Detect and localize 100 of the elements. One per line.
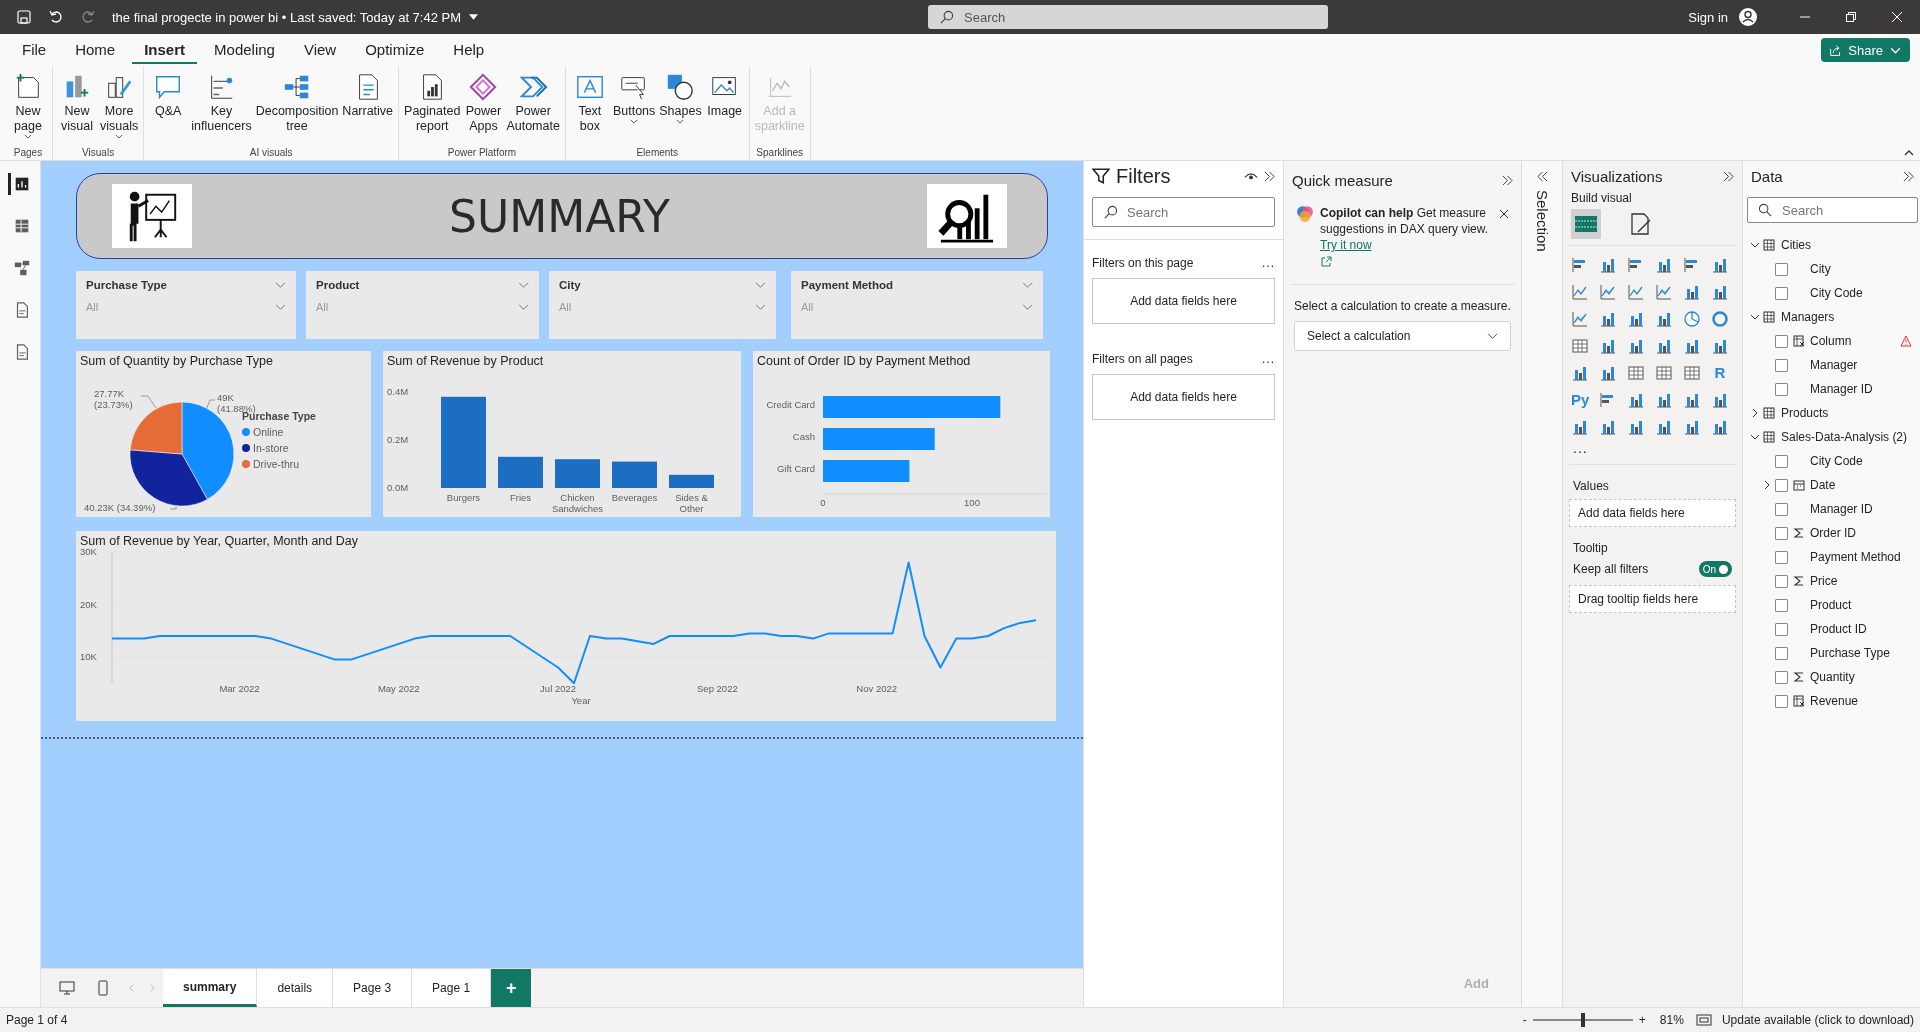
bar-chart-icon[interactable] xyxy=(1655,337,1673,355)
ribbon-button[interactable]: New visual xyxy=(57,70,97,136)
field-name[interactable]: Order ID xyxy=(1810,526,1856,540)
ribbon-button[interactable]: Q&A xyxy=(148,70,189,121)
bar-chart-icon[interactable] xyxy=(1655,256,1673,274)
share-button[interactable]: Share xyxy=(1821,38,1910,62)
save-icon[interactable] xyxy=(16,9,32,25)
table-icon[interactable] xyxy=(1683,364,1701,382)
field-name[interactable]: Product ID xyxy=(1810,622,1867,636)
menu-tab[interactable]: Optimize xyxy=(353,36,437,64)
checkbox[interactable] xyxy=(1775,262,1788,276)
field-name[interactable]: Manager ID xyxy=(1810,382,1873,396)
drop-zone[interactable]: Add data fields here xyxy=(1092,278,1275,324)
ribbon-button[interactable]: New page xyxy=(8,70,48,141)
line-chart-icon[interactable] xyxy=(1655,283,1673,301)
line-chart-icon[interactable] xyxy=(1571,283,1589,301)
phone-icon[interactable] xyxy=(95,980,111,996)
field-name[interactable]: Product xyxy=(1810,598,1852,612)
collapse-icon[interactable] xyxy=(1904,150,1914,156)
donut-chart-icon[interactable] xyxy=(1711,310,1729,328)
table-icon[interactable] xyxy=(1655,364,1673,382)
expand-icon[interactable] xyxy=(1502,174,1513,186)
chevron-icon[interactable] xyxy=(1022,281,1033,289)
ribbon-button[interactable]: Decomposition tree xyxy=(254,70,340,136)
bar-chart-icon[interactable] xyxy=(1683,283,1701,301)
expand-icon[interactable] xyxy=(1723,170,1734,182)
line-chart-icon[interactable] xyxy=(1599,283,1617,301)
table-name[interactable]: Sales-Data-Analysis (2) xyxy=(1781,430,1908,444)
search-field[interactable]: Search xyxy=(928,5,1329,29)
field-name[interactable]: Price xyxy=(1810,574,1838,588)
chevron-icon[interactable] xyxy=(275,281,286,289)
bar-chart-icon[interactable] xyxy=(1627,337,1645,355)
chevron-down-icon[interactable] xyxy=(1750,312,1760,322)
field-name[interactable]: Column xyxy=(1810,334,1852,348)
menu-tab[interactable]: Help xyxy=(441,36,497,64)
more-options[interactable]: ... xyxy=(1262,256,1275,270)
desktop-icon[interactable] xyxy=(59,980,75,996)
field-name[interactable]: Revenue xyxy=(1810,694,1859,708)
close-icon[interactable] xyxy=(1499,209,1509,219)
restore-icon[interactable] xyxy=(1845,11,1857,23)
table-icon[interactable] xyxy=(1571,337,1589,355)
table-name[interactable]: Cities xyxy=(1781,238,1811,252)
chevron-down-icon[interactable] xyxy=(1750,432,1760,442)
bar-chart-icon[interactable] xyxy=(1599,364,1617,382)
more-visuals[interactable]: ... xyxy=(1569,440,1736,456)
bar-chart-icon[interactable] xyxy=(1711,337,1729,355)
page-tab[interactable]: summary xyxy=(163,969,258,1007)
field-name[interactable]: Quantity xyxy=(1810,670,1855,684)
bar-chart-icon[interactable] xyxy=(1683,391,1701,409)
checkbox[interactable] xyxy=(1775,502,1788,516)
ribbon-button[interactable]: Paginated report xyxy=(403,70,462,136)
search-field[interactable]: Search xyxy=(1092,197,1275,227)
checkbox[interactable] xyxy=(1775,694,1788,708)
chevron-right-icon[interactable] xyxy=(1750,408,1760,418)
bar-chart-icon[interactable] xyxy=(1627,391,1645,409)
drop-zone[interactable]: Add data fields here xyxy=(1092,374,1275,420)
fit-to-page-icon[interactable] xyxy=(1695,1014,1712,1026)
expand-icon[interactable] xyxy=(1264,170,1275,182)
external-link-icon[interactable] xyxy=(1320,256,1332,268)
ribbon-button[interactable]: Text box xyxy=(569,70,610,136)
ribbon-button[interactable]: Power Automate xyxy=(505,70,561,136)
ribbon-button[interactable]: Image xyxy=(704,70,745,121)
chevron-icon[interactable] xyxy=(518,281,529,289)
sign-in-link[interactable]: Sign in xyxy=(1688,9,1728,25)
collapse-icon[interactable] xyxy=(1536,171,1548,182)
checkbox[interactable] xyxy=(1775,622,1788,636)
field-name[interactable]: Purchase Type xyxy=(1810,646,1890,660)
checkbox[interactable] xyxy=(1775,382,1788,396)
bar-chart-icon[interactable] xyxy=(1571,418,1589,436)
checkbox[interactable] xyxy=(1775,526,1788,540)
bar-chart-icon[interactable] xyxy=(1599,256,1617,274)
menu-tab[interactable]: Modeling xyxy=(202,36,287,64)
drop-zone[interactable]: Drag tooltip fields here xyxy=(1569,585,1736,613)
add-page-button[interactable]: + xyxy=(491,969,532,1007)
line-chart-icon[interactable] xyxy=(1627,283,1645,301)
field-name[interactable]: Manager ID xyxy=(1810,502,1873,516)
ribbon-button[interactable]: Power Apps xyxy=(463,70,504,136)
menu-tab[interactable]: View xyxy=(291,36,349,64)
checkbox[interactable] xyxy=(1775,286,1788,300)
avatar-icon[interactable] xyxy=(1738,7,1758,27)
caret-icon[interactable] xyxy=(469,14,479,20)
bar-chart-icon[interactable] xyxy=(1599,418,1617,436)
ribbon-button[interactable]: Shapes xyxy=(658,70,703,126)
slider-thumb[interactable] xyxy=(1580,1013,1585,1027)
page-tab[interactable]: Page 1 xyxy=(412,969,492,1007)
table-name[interactable]: Managers xyxy=(1781,310,1835,324)
bar-chart-icon[interactable] xyxy=(1571,364,1589,382)
pie-chart-icon[interactable] xyxy=(1683,310,1701,328)
ribbon-button[interactable]: More visuals xyxy=(99,70,140,141)
bar-chart-icon[interactable] xyxy=(1655,418,1673,436)
bar-chart-icon[interactable] xyxy=(1711,418,1729,436)
field-name[interactable]: City xyxy=(1810,262,1831,276)
zoom-in-button[interactable]: + xyxy=(1632,1013,1652,1027)
bar-chart-icon[interactable] xyxy=(1711,256,1729,274)
bar-chart-icon[interactable] xyxy=(1711,391,1729,409)
menu-tab[interactable]: Home xyxy=(63,36,128,64)
page-tab[interactable]: details xyxy=(257,969,334,1007)
checkbox[interactable] xyxy=(1775,454,1788,468)
zoom-out-button[interactable]: - xyxy=(1516,1013,1533,1027)
checkbox[interactable] xyxy=(1775,334,1788,348)
